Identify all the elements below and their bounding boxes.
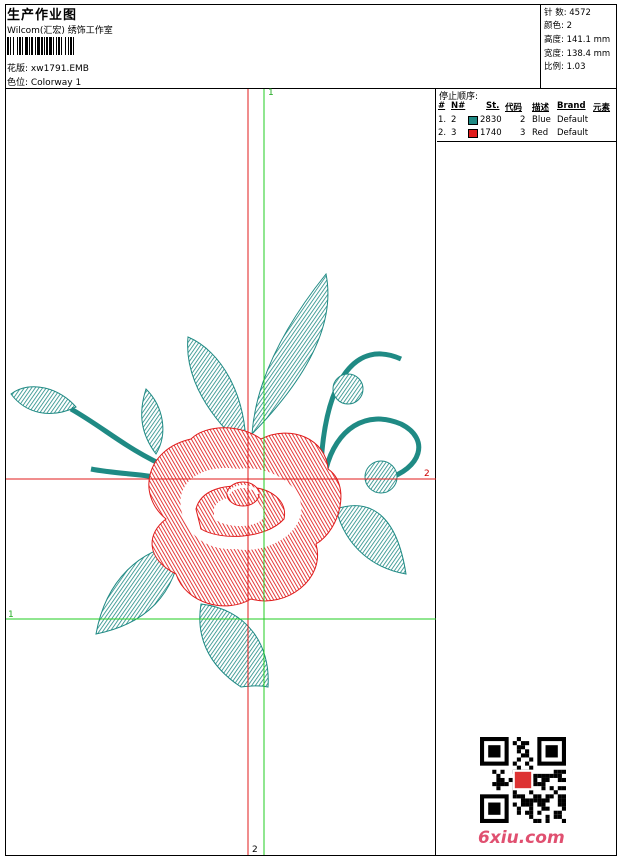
colorway-label: 色位: Colorway 1 bbox=[7, 78, 82, 88]
color-count: 颜色: 2 bbox=[544, 21, 572, 31]
design-file-label: 花版: xw1791.EMB bbox=[7, 64, 89, 74]
red-rose bbox=[148, 427, 342, 607]
embroidery-preview bbox=[6, 89, 436, 855]
col-code: 代码 bbox=[505, 103, 523, 113]
sheet-title: 生产作业图 bbox=[7, 8, 78, 23]
teal-bud-lower bbox=[364, 460, 398, 494]
marker-red-right: 2 bbox=[424, 469, 430, 479]
design-canvas: 1 2 1 2 bbox=[6, 88, 436, 855]
col-needle: N# bbox=[451, 101, 466, 111]
col-desc: 描述 bbox=[532, 103, 550, 113]
stats-box: 针 数: 4572 颜色: 2 高度: 141.1 mm 宽度: 138.4 m… bbox=[540, 4, 617, 88]
barcode bbox=[7, 37, 127, 55]
col-brand: Brand bbox=[557, 101, 586, 111]
marker-green-left: 1 bbox=[8, 610, 14, 620]
col-index: # bbox=[438, 101, 446, 111]
table-row: 1. 2 2830 2 Blue Default bbox=[438, 115, 589, 125]
design-width: 宽度: 138.4 mm bbox=[544, 49, 611, 59]
panel-divider bbox=[437, 141, 617, 142]
color-swatch-teal bbox=[468, 116, 478, 125]
marker-green-top: 1 bbox=[268, 88, 274, 98]
col-element: 元素 bbox=[593, 103, 611, 113]
qr-code bbox=[480, 737, 566, 823]
software-name: Wilcom(汇宏) 绣饰工作室 bbox=[7, 26, 113, 36]
design-scale: 比例: 1.03 bbox=[544, 62, 586, 72]
design-height: 高度: 141.1 mm bbox=[544, 35, 611, 45]
teal-bud-upper bbox=[332, 373, 364, 405]
table-row: 2. 3 1740 3 Red Default bbox=[438, 128, 589, 138]
marker-red-bottom: 2 bbox=[252, 845, 258, 855]
col-stitches: St. bbox=[486, 101, 500, 111]
site-watermark: 6xiu.com bbox=[478, 828, 565, 848]
color-swatch-red bbox=[468, 129, 478, 138]
stitch-count: 针 数: 4572 bbox=[544, 8, 591, 18]
